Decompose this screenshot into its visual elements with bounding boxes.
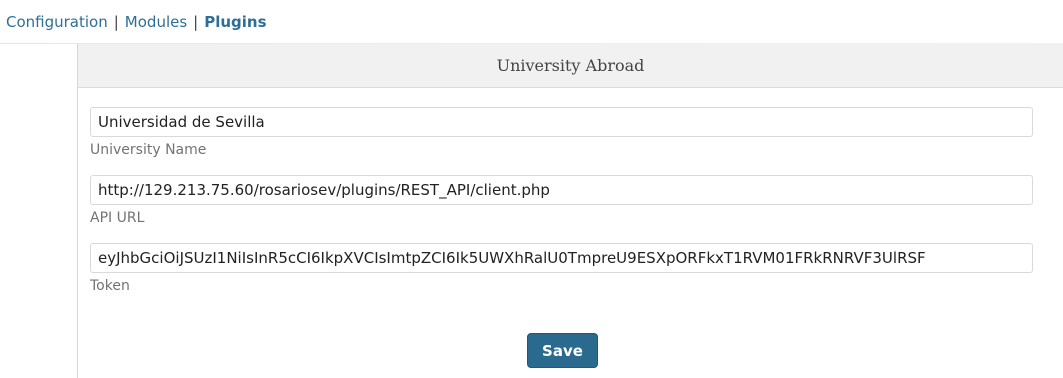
api-url-label: API URL bbox=[90, 210, 145, 226]
api-url-group: API URL bbox=[90, 175, 1033, 226]
university-name-label: University Name bbox=[90, 142, 207, 158]
token-label: Token bbox=[90, 278, 130, 294]
breadcrumb-nav: Configuration | Modules | Plugins bbox=[6, 13, 267, 31]
nav-separator: | bbox=[193, 13, 199, 31]
nav-modules-link[interactable]: Modules bbox=[125, 13, 187, 31]
panel-title: University Abroad bbox=[78, 44, 1063, 88]
api-url-input[interactable] bbox=[90, 175, 1033, 205]
token-group: Token bbox=[90, 243, 1033, 294]
plugin-config-panel: University Abroad University Name API UR… bbox=[77, 44, 1063, 378]
nav-separator: | bbox=[113, 13, 119, 31]
token-input[interactable] bbox=[90, 243, 1033, 273]
university-name-input[interactable] bbox=[90, 107, 1033, 137]
nav-configuration-link[interactable]: Configuration bbox=[6, 13, 108, 31]
university-name-group: University Name bbox=[90, 107, 1033, 158]
nav-plugins-link[interactable]: Plugins bbox=[204, 13, 266, 31]
save-button[interactable]: Save bbox=[527, 333, 598, 368]
